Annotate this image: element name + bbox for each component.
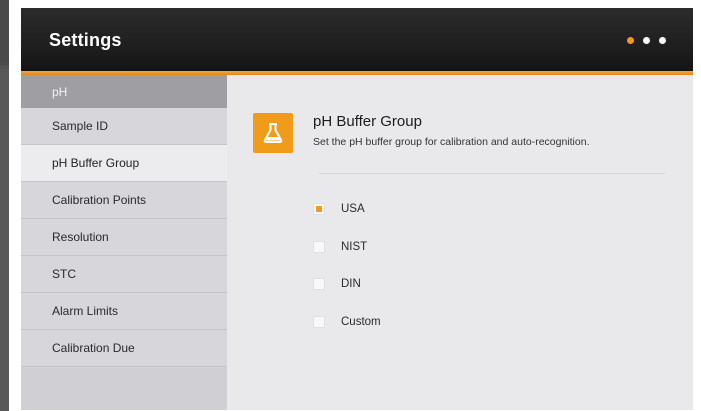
- sidebar-item-sample-id[interactable]: Sample ID: [21, 108, 227, 145]
- sidebar-item-label: STC: [52, 267, 76, 281]
- page-indicator[interactable]: [627, 37, 666, 44]
- buffer-option-usa[interactable]: USA: [313, 199, 365, 219]
- sidebar-item-label: Alarm Limits: [52, 304, 119, 318]
- section-divider: [319, 173, 665, 174]
- radio-button[interactable]: [313, 316, 325, 328]
- sidebar-item-label: Resolution: [52, 230, 109, 244]
- buffer-option-nist[interactable]: NIST: [313, 237, 367, 257]
- sidebar-item-label: Sample ID: [52, 119, 109, 133]
- option-label: NIST: [341, 241, 368, 253]
- settings-content-panel: pH Buffer Group Set the pH buffer group …: [227, 75, 693, 410]
- settings-window: Settings pH Sample ID pH Buffer Group Ca…: [21, 8, 693, 410]
- section-description: Set the pH buffer group for calibration …: [313, 136, 590, 148]
- section-title: pH Buffer Group: [313, 113, 422, 130]
- radio-button-checked[interactable]: [313, 203, 325, 215]
- window-title: Settings: [49, 30, 122, 50]
- sidebar-section-header: pH: [21, 75, 227, 108]
- sidebar-item-ph-buffer-group[interactable]: pH Buffer Group: [21, 145, 227, 182]
- flask-icon: [253, 113, 293, 153]
- sidebar-item-stc[interactable]: STC: [21, 256, 227, 293]
- radio-button[interactable]: [313, 241, 325, 253]
- option-label: Custom: [341, 316, 381, 328]
- page-dot-2[interactable]: [643, 37, 650, 44]
- buffer-option-din[interactable]: DIN: [313, 274, 361, 294]
- background-window-shadow: [0, 0, 9, 411]
- background-window-edge: [0, 0, 11, 411]
- sidebar-item-label: Calibration Due: [52, 341, 135, 355]
- sidebar-item-alarm-limits[interactable]: Alarm Limits: [21, 293, 227, 330]
- title-bar: Settings: [21, 8, 693, 71]
- page-dot-3[interactable]: [659, 37, 666, 44]
- sidebar-item-resolution[interactable]: Resolution: [21, 219, 227, 256]
- option-label: DIN: [341, 278, 361, 290]
- radio-button[interactable]: [313, 278, 325, 290]
- sidebar-item-label: Calibration Points: [52, 193, 147, 207]
- option-label: USA: [341, 203, 365, 215]
- page-dot-1[interactable]: [627, 37, 634, 44]
- sidebar-item-calibration-points[interactable]: Calibration Points: [21, 182, 227, 219]
- sidebar-item-label: pH Buffer Group: [52, 156, 140, 170]
- settings-sidebar: pH Sample ID pH Buffer Group Calibration…: [21, 75, 227, 410]
- buffer-option-custom[interactable]: Custom: [313, 312, 381, 332]
- sidebar-item-calibration-due[interactable]: Calibration Due: [21, 330, 227, 367]
